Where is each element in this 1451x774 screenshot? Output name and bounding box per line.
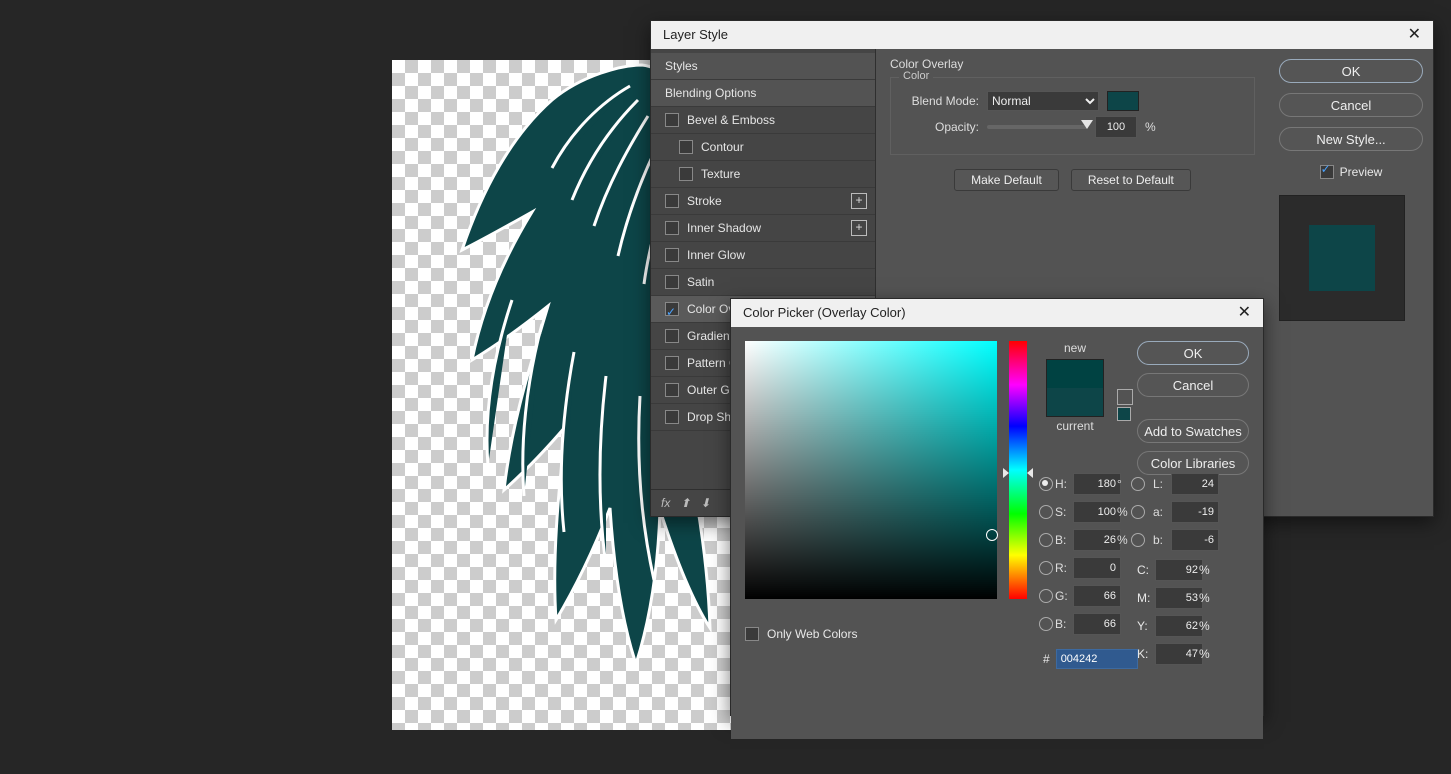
color-field[interactable] [745, 341, 997, 599]
overlay-color-swatch[interactable] [1107, 91, 1139, 111]
l-radio[interactable] [1131, 477, 1145, 491]
slider-thumb-icon[interactable] [1081, 120, 1093, 129]
blab-input[interactable] [1171, 529, 1219, 551]
g-radio[interactable] [1039, 589, 1053, 603]
close-icon[interactable]: ✕ [1408, 21, 1421, 49]
satin-row[interactable]: Satin [651, 269, 875, 296]
current-color-swatch [1047, 388, 1103, 416]
brgb-radio[interactable] [1039, 617, 1053, 631]
cancel-button[interactable]: Cancel [1137, 373, 1249, 397]
arrow-down-icon[interactable]: ⬇ [700, 496, 710, 510]
h-radio[interactable] [1039, 477, 1053, 491]
texture-row[interactable]: Texture [651, 161, 875, 188]
checkbox-icon[interactable] [665, 113, 679, 127]
checkbox-icon[interactable] [665, 194, 679, 208]
checkbox-icon[interactable] [679, 140, 693, 154]
blend-mode-label: Blend Mode: [903, 94, 979, 108]
y-input[interactable] [1155, 615, 1203, 637]
websafe-swatch-icon[interactable] [1117, 407, 1131, 421]
only-web-colors-label: Only Web Colors [767, 627, 857, 641]
new-color-label: new [1039, 341, 1111, 355]
layer-style-title-bar[interactable]: Layer Style ✕ [651, 21, 1433, 49]
checkbox-icon[interactable] [665, 275, 679, 289]
r-input[interactable] [1073, 557, 1121, 579]
gamut-warning-icon[interactable] [1117, 389, 1133, 405]
checkbox-icon[interactable] [665, 302, 679, 316]
reset-default-button[interactable]: Reset to Default [1071, 169, 1191, 191]
a-radio[interactable] [1131, 505, 1145, 519]
bevel-emboss-row[interactable]: Bevel & Emboss [651, 107, 875, 134]
section-title: Color Overlay [890, 57, 1255, 71]
hex-label: # [1043, 652, 1050, 666]
new-color-swatch [1047, 360, 1103, 388]
fx-label: fx [661, 496, 670, 510]
h-input[interactable] [1073, 473, 1121, 495]
inner-glow-row[interactable]: Inner Glow [651, 242, 875, 269]
checkbox-icon[interactable] [665, 221, 679, 235]
g-input[interactable] [1073, 585, 1121, 607]
only-web-colors-checkbox[interactable] [745, 627, 759, 641]
ok-button[interactable]: OK [1137, 341, 1249, 365]
hue-marker-icon [1003, 468, 1033, 478]
l-input[interactable] [1171, 473, 1219, 495]
plus-icon[interactable]: + [851, 220, 867, 236]
current-color-label: current [1039, 419, 1111, 433]
cancel-button[interactable]: Cancel [1279, 93, 1423, 117]
hex-input[interactable] [1056, 649, 1138, 669]
contour-row[interactable]: Contour [651, 134, 875, 161]
checkbox-icon[interactable] [665, 383, 679, 397]
hue-slider[interactable] [1009, 341, 1027, 599]
blend-mode-select[interactable]: Normal [987, 91, 1099, 111]
blending-options-row[interactable]: Blending Options [651, 80, 875, 107]
checkbox-icon[interactable] [665, 356, 679, 370]
layer-style-title: Layer Style [663, 21, 728, 49]
color-group-label: Color [899, 70, 933, 82]
add-to-swatches-button[interactable]: Add to Swatches [1137, 419, 1249, 443]
make-default-button[interactable]: Make Default [954, 169, 1059, 191]
new-style-button[interactable]: New Style... [1279, 127, 1423, 151]
c-input[interactable] [1155, 559, 1203, 581]
layer-style-right-column: OK Cancel New Style... Preview [1269, 49, 1433, 516]
opacity-slider[interactable] [987, 125, 1087, 129]
r-radio[interactable] [1039, 561, 1053, 575]
checkbox-icon[interactable] [665, 248, 679, 262]
close-icon[interactable]: ✕ [1238, 299, 1251, 327]
color-libraries-button[interactable]: Color Libraries [1137, 451, 1249, 475]
inner-shadow-row[interactable]: Inner Shadow+ [651, 215, 875, 242]
ok-button[interactable]: OK [1279, 59, 1423, 83]
preview-label: Preview [1340, 165, 1383, 179]
color-field-marker-icon [986, 529, 998, 541]
bhsv-input[interactable] [1073, 529, 1121, 551]
s-radio[interactable] [1039, 505, 1053, 519]
color-picker-dialog: Color Picker (Overlay Color) ✕ Only Web … [730, 298, 1264, 716]
s-input[interactable] [1073, 501, 1121, 523]
brgb-input[interactable] [1073, 613, 1121, 635]
opacity-unit: % [1145, 120, 1156, 134]
checkbox-icon[interactable] [679, 167, 693, 181]
color-picker-title: Color Picker (Overlay Color) [743, 299, 906, 327]
opacity-input[interactable] [1095, 116, 1137, 138]
arrow-up-icon[interactable]: ⬆ [680, 496, 690, 510]
blab-radio[interactable] [1131, 533, 1145, 547]
new-current-swatch[interactable] [1046, 359, 1104, 417]
m-input[interactable] [1155, 587, 1203, 609]
k-input[interactable] [1155, 643, 1203, 665]
preview-swatch [1309, 225, 1375, 291]
preview-box [1279, 195, 1405, 321]
preview-checkbox[interactable] [1320, 165, 1334, 179]
styles-header[interactable]: Styles [651, 53, 875, 80]
color-picker-title-bar[interactable]: Color Picker (Overlay Color) ✕ [731, 299, 1263, 327]
checkbox-icon[interactable] [665, 329, 679, 343]
stroke-row[interactable]: Stroke+ [651, 188, 875, 215]
checkbox-icon[interactable] [665, 410, 679, 424]
color-group: Color Blend Mode: Normal Opacity: % [890, 77, 1255, 155]
a-input[interactable] [1171, 501, 1219, 523]
bhsv-radio[interactable] [1039, 533, 1053, 547]
opacity-label: Opacity: [903, 120, 979, 134]
plus-icon[interactable]: + [851, 193, 867, 209]
